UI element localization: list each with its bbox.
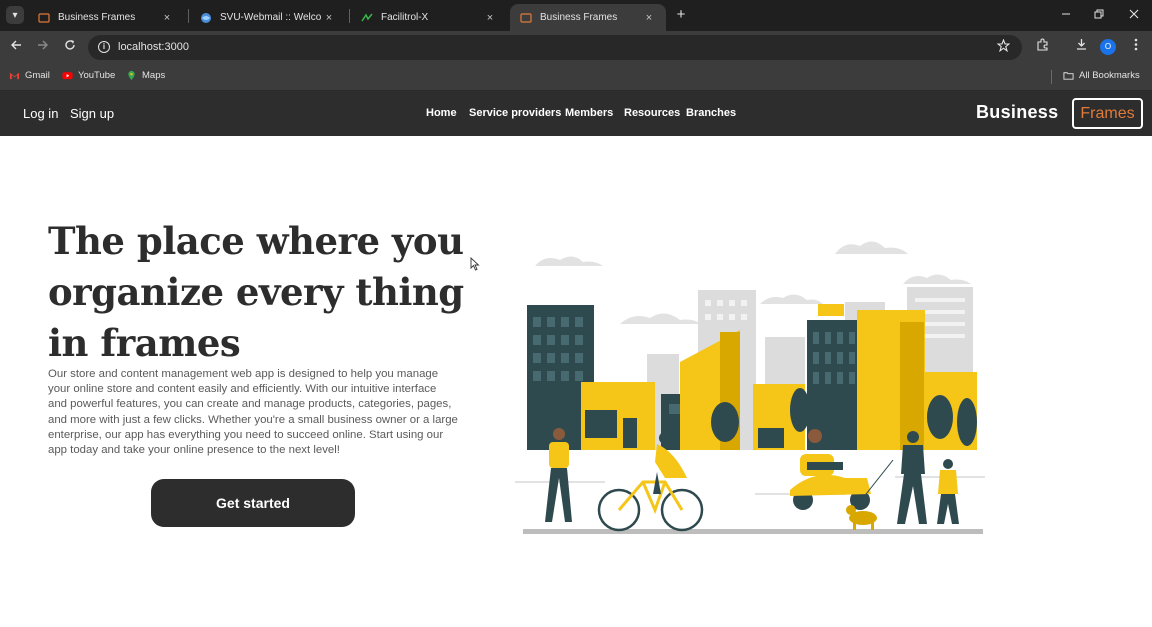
folder-icon xyxy=(1063,72,1074,80)
signup-link[interactable]: Sign up xyxy=(70,106,114,121)
extensions-icon[interactable] xyxy=(1033,38,1051,56)
brand-logo-frames[interactable]: Frames xyxy=(1072,98,1143,129)
city-illustration xyxy=(515,241,990,534)
bookmark-youtube[interactable]: YouTube xyxy=(62,70,115,81)
restore-icon[interactable] xyxy=(1090,6,1108,24)
tab-business-frames-active[interactable]: Business Frames × xyxy=(510,4,666,31)
menu-kebab-icon[interactable] xyxy=(1127,38,1145,56)
tab-separator xyxy=(349,9,350,23)
bookmark-gmail[interactable]: Gmail xyxy=(9,70,50,81)
nav-resources[interactable]: Resources xyxy=(624,107,680,119)
nav-home[interactable]: Home xyxy=(426,107,457,119)
mouse-cursor-icon xyxy=(470,257,480,271)
gmail-icon xyxy=(9,72,20,80)
tab-svu-webmail[interactable]: SVU-Webmail :: Welcome × xyxy=(190,4,346,31)
hero-title: The place where you organize every thing… xyxy=(48,219,464,365)
browser-tab-strip: ▾ Business Frames × SVU-Webmail :: Welco… xyxy=(0,0,1152,31)
tab-title: Business Frames xyxy=(58,12,136,23)
bookmark-label: Gmail xyxy=(25,70,50,81)
nav-branches[interactable]: Branches xyxy=(686,107,736,119)
bookmark-label: Maps xyxy=(142,70,166,81)
bookmark-maps[interactable]: Maps xyxy=(126,70,165,81)
tab-close-icon[interactable]: × xyxy=(483,12,497,24)
bookmark-label: YouTube xyxy=(78,70,116,81)
tab-close-icon[interactable]: × xyxy=(642,12,656,24)
all-bookmarks-button[interactable]: All Bookmarks xyxy=(1063,70,1140,81)
new-tab-button[interactable]: + xyxy=(673,7,689,23)
tab-close-icon[interactable]: × xyxy=(322,12,336,24)
tab-title: SVU-Webmail :: Welcome xyxy=(220,12,322,23)
tab-separator xyxy=(188,9,189,23)
login-link[interactable]: Log in xyxy=(23,106,58,121)
brand-logo-word[interactable]: Business xyxy=(976,102,1058,123)
webmail-favicon-icon xyxy=(201,12,211,23)
profile-avatar[interactable]: O xyxy=(1100,39,1116,55)
bookmarks-separator xyxy=(1051,70,1052,84)
tab-close-icon[interactable]: × xyxy=(160,12,174,24)
close-window-icon[interactable] xyxy=(1125,6,1143,24)
site-info-icon[interactable]: i xyxy=(98,41,110,53)
business-frames-favicon-icon xyxy=(520,12,532,23)
business-frames-favicon-icon xyxy=(38,12,50,23)
all-bookmarks-label: All Bookmarks xyxy=(1079,70,1140,81)
downloads-icon[interactable] xyxy=(1072,38,1090,56)
address-bar[interactable]: i localhost:3000 xyxy=(88,35,1022,60)
get-started-button[interactable]: Get started xyxy=(151,479,355,527)
tab-title: Business Frames xyxy=(540,12,618,23)
facilitrol-favicon-icon xyxy=(361,13,373,21)
bookmark-star-icon[interactable] xyxy=(996,38,1011,55)
reload-icon[interactable] xyxy=(61,38,79,56)
app-navbar: Log in Sign up Home Service providers Me… xyxy=(0,91,1152,136)
youtube-icon xyxy=(62,72,73,80)
sidewalk-curb xyxy=(523,529,983,534)
nav-service-providers[interactable]: Service providers xyxy=(469,107,561,119)
back-arrow-icon[interactable] xyxy=(7,38,25,56)
tab-facilitrol-x[interactable]: Facilitrol-X × xyxy=(351,4,507,31)
address-url[interactable]: localhost:3000 xyxy=(118,41,189,53)
bookmarks-bar: Gmail YouTube Maps All Bookmarks xyxy=(0,64,1152,91)
tab-search-button[interactable]: ▾ xyxy=(6,6,24,24)
browser-toolbar: i localhost:3000 O xyxy=(0,31,1152,64)
hero-description: Our store and content management web app… xyxy=(48,368,458,457)
maps-icon xyxy=(128,70,135,81)
minimize-icon[interactable] xyxy=(1057,6,1075,24)
tab-business-frames-1[interactable]: Business Frames × xyxy=(28,4,184,31)
forward-arrow-icon[interactable] xyxy=(34,38,52,56)
tab-title: Facilitrol-X xyxy=(381,12,429,23)
nav-members[interactable]: Members xyxy=(565,107,613,119)
